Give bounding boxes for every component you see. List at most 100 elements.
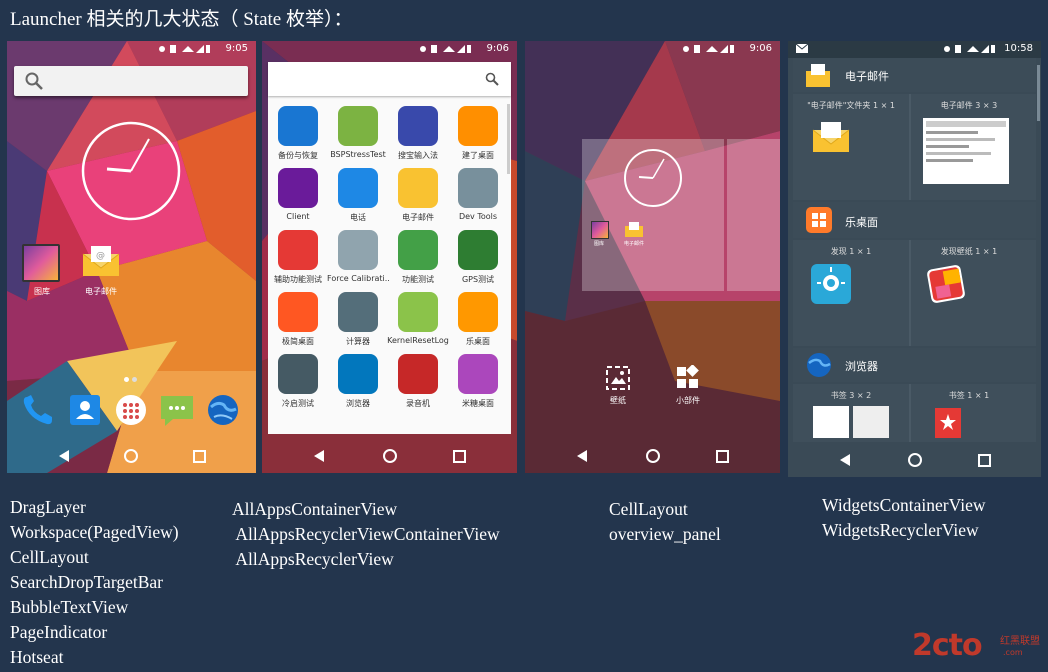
overview-panel: 壁纸 小部件 bbox=[525, 363, 780, 413]
widgets-icon[interactable] bbox=[675, 365, 701, 391]
app-icon bbox=[398, 354, 438, 394]
wallpaper-icon[interactable] bbox=[605, 365, 631, 391]
widget-cell[interactable]: "电子邮件"文件夹 1 × 1 bbox=[793, 94, 909, 200]
status-time: 9:05 bbox=[225, 43, 248, 54]
widgets-screen: 10:58 电子邮件 "电子邮件"文件夹 1 × 1 电子邮件 3 × 3 乐桌… bbox=[788, 41, 1041, 477]
app-grid-item[interactable]: 浏览器 bbox=[328, 350, 388, 412]
clock-widget bbox=[624, 149, 682, 207]
widget-section-title: 乐桌面 bbox=[845, 216, 878, 229]
back-icon[interactable] bbox=[840, 454, 850, 466]
widget-name: 发现 1 × 1 bbox=[830, 247, 872, 256]
bookmark-icon bbox=[935, 408, 961, 438]
discover-icon bbox=[811, 264, 851, 304]
app-label: BSPStressTest bbox=[330, 150, 386, 159]
labels-all-apps: AllAppsContainerView AllAppsRecyclerView… bbox=[232, 499, 500, 569]
app-icon bbox=[398, 292, 438, 332]
app-grid-item[interactable]: 计算器 bbox=[328, 288, 388, 350]
widget-name: 书签 1 × 1 bbox=[948, 391, 990, 400]
widgets-scrollbar[interactable] bbox=[1037, 65, 1040, 121]
app-label: 建了桌面 bbox=[462, 151, 494, 160]
hotseat bbox=[7, 391, 256, 437]
widget-cell[interactable]: 书签 1 × 1 bbox=[911, 384, 1036, 442]
widget-cell[interactable]: 发现壁纸 1 × 1 bbox=[911, 240, 1036, 346]
app-grid-item[interactable]: Client bbox=[268, 164, 328, 226]
nav-bar bbox=[788, 443, 1041, 477]
app-grid-item[interactable]: 录音机 bbox=[388, 350, 448, 412]
mini-app-gallery bbox=[591, 221, 609, 239]
app-icon-email[interactable]: @ bbox=[81, 244, 121, 278]
svg-text:@: @ bbox=[96, 251, 105, 261]
app-grid-item[interactable]: BSPStressTest bbox=[328, 102, 388, 164]
app-label: 电话 bbox=[350, 213, 366, 222]
mail-notification-icon bbox=[796, 44, 808, 53]
apps-recycler-view: 备份与恢复 BSPStressTest 搜宝输入法 建了桌面 Client 电话 电子邮件 D… bbox=[268, 102, 511, 434]
app-icon bbox=[458, 292, 498, 332]
home-icon[interactable] bbox=[383, 449, 397, 463]
app-icon bbox=[278, 354, 318, 394]
status-icons bbox=[159, 45, 210, 53]
envelope-icon bbox=[812, 122, 850, 152]
search-bar[interactable] bbox=[14, 66, 248, 96]
app-grid-item[interactable]: 米糖桌面 bbox=[448, 350, 508, 412]
back-icon[interactable] bbox=[59, 450, 69, 462]
cell-layout-page-next[interactable] bbox=[727, 139, 780, 291]
cell-layout-page[interactable]: 图库 电子邮件 bbox=[582, 139, 724, 291]
app-grid-item[interactable]: Force Calibrati... bbox=[327, 226, 389, 288]
app-icon-gallery[interactable] bbox=[22, 244, 60, 282]
app-icon bbox=[338, 106, 378, 146]
widgets-button-label[interactable]: 小部件 bbox=[653, 395, 723, 406]
app-grid-item[interactable]: 电话 bbox=[328, 164, 388, 226]
widget-preview-row: 书签 3 × 2 书签 1 × 1 bbox=[793, 384, 1036, 442]
app-label: Dev Tools bbox=[458, 212, 498, 221]
app-label: GPS测试 bbox=[461, 275, 495, 284]
home-icon[interactable] bbox=[908, 453, 922, 467]
apps-search-input[interactable] bbox=[268, 62, 511, 96]
app-grid-item[interactable]: 备份与恢复 bbox=[268, 102, 328, 164]
app-grid-item[interactable]: 乐桌面 bbox=[448, 288, 508, 350]
mini-app-email-label: 电子邮件 bbox=[623, 241, 644, 247]
app-grid-item[interactable]: 建了桌面 bbox=[448, 102, 508, 164]
app-grid-item[interactable]: 辅助功能测试 bbox=[268, 226, 328, 288]
status-time: 9:06 bbox=[486, 43, 509, 54]
messaging-icon[interactable] bbox=[159, 393, 195, 427]
widget-cell[interactable]: 电子邮件 3 × 3 bbox=[911, 94, 1036, 200]
home-icon[interactable] bbox=[124, 449, 138, 463]
app-icon bbox=[278, 230, 318, 270]
app-grid-item[interactable]: 搜宝输入法 bbox=[388, 102, 448, 164]
app-grid-item[interactable]: 功能测试 bbox=[388, 226, 448, 288]
app-label: KernelResetLog bbox=[387, 336, 449, 345]
bookmark-thumb bbox=[813, 406, 849, 438]
app-label: 米糖桌面 bbox=[462, 399, 494, 408]
wallpaper-button-label[interactable]: 壁纸 bbox=[583, 395, 653, 406]
app-grid-item[interactable]: 电子邮件 bbox=[388, 164, 448, 226]
recents-icon[interactable] bbox=[453, 450, 466, 463]
widget-cell[interactable]: 发现 1 × 1 bbox=[793, 240, 909, 346]
contacts-icon[interactable] bbox=[68, 393, 102, 427]
app-icon bbox=[458, 230, 498, 270]
app-grid-item[interactable]: 极简桌面 bbox=[268, 288, 328, 350]
phone-icon[interactable] bbox=[21, 393, 55, 427]
app-grid-item[interactable]: 冷启测试 bbox=[268, 350, 328, 412]
widget-cell[interactable]: 书签 3 × 2 bbox=[793, 384, 909, 442]
labels-widgets: WidgetsContainerView WidgetsRecyclerView bbox=[822, 495, 986, 540]
watermark-subtitle: 红黑联盟 bbox=[1000, 636, 1040, 647]
browser-icon[interactable] bbox=[206, 393, 240, 427]
app-label: Client bbox=[286, 212, 310, 221]
app-grid-item[interactable]: KernelResetLog bbox=[387, 288, 449, 350]
all-apps-icon[interactable] bbox=[114, 393, 148, 427]
back-icon[interactable] bbox=[314, 450, 324, 462]
status-bar: 10:58 bbox=[788, 41, 1041, 58]
recents-icon[interactable] bbox=[716, 450, 729, 463]
app-icon bbox=[338, 354, 378, 394]
app-grid-item[interactable]: GPS测试 bbox=[448, 226, 508, 288]
envelope-icon bbox=[625, 222, 643, 237]
recents-icon[interactable] bbox=[978, 454, 991, 467]
app-grid-item[interactable]: Dev Tools bbox=[448, 164, 508, 226]
widget-name: 书签 3 × 2 bbox=[830, 391, 872, 400]
status-icons bbox=[420, 45, 471, 53]
home-icon[interactable] bbox=[646, 449, 660, 463]
app-label: 计算器 bbox=[346, 337, 370, 346]
recents-icon[interactable] bbox=[193, 450, 206, 463]
back-icon[interactable] bbox=[577, 450, 587, 462]
widget-section-header: 乐桌面 bbox=[793, 202, 1036, 238]
